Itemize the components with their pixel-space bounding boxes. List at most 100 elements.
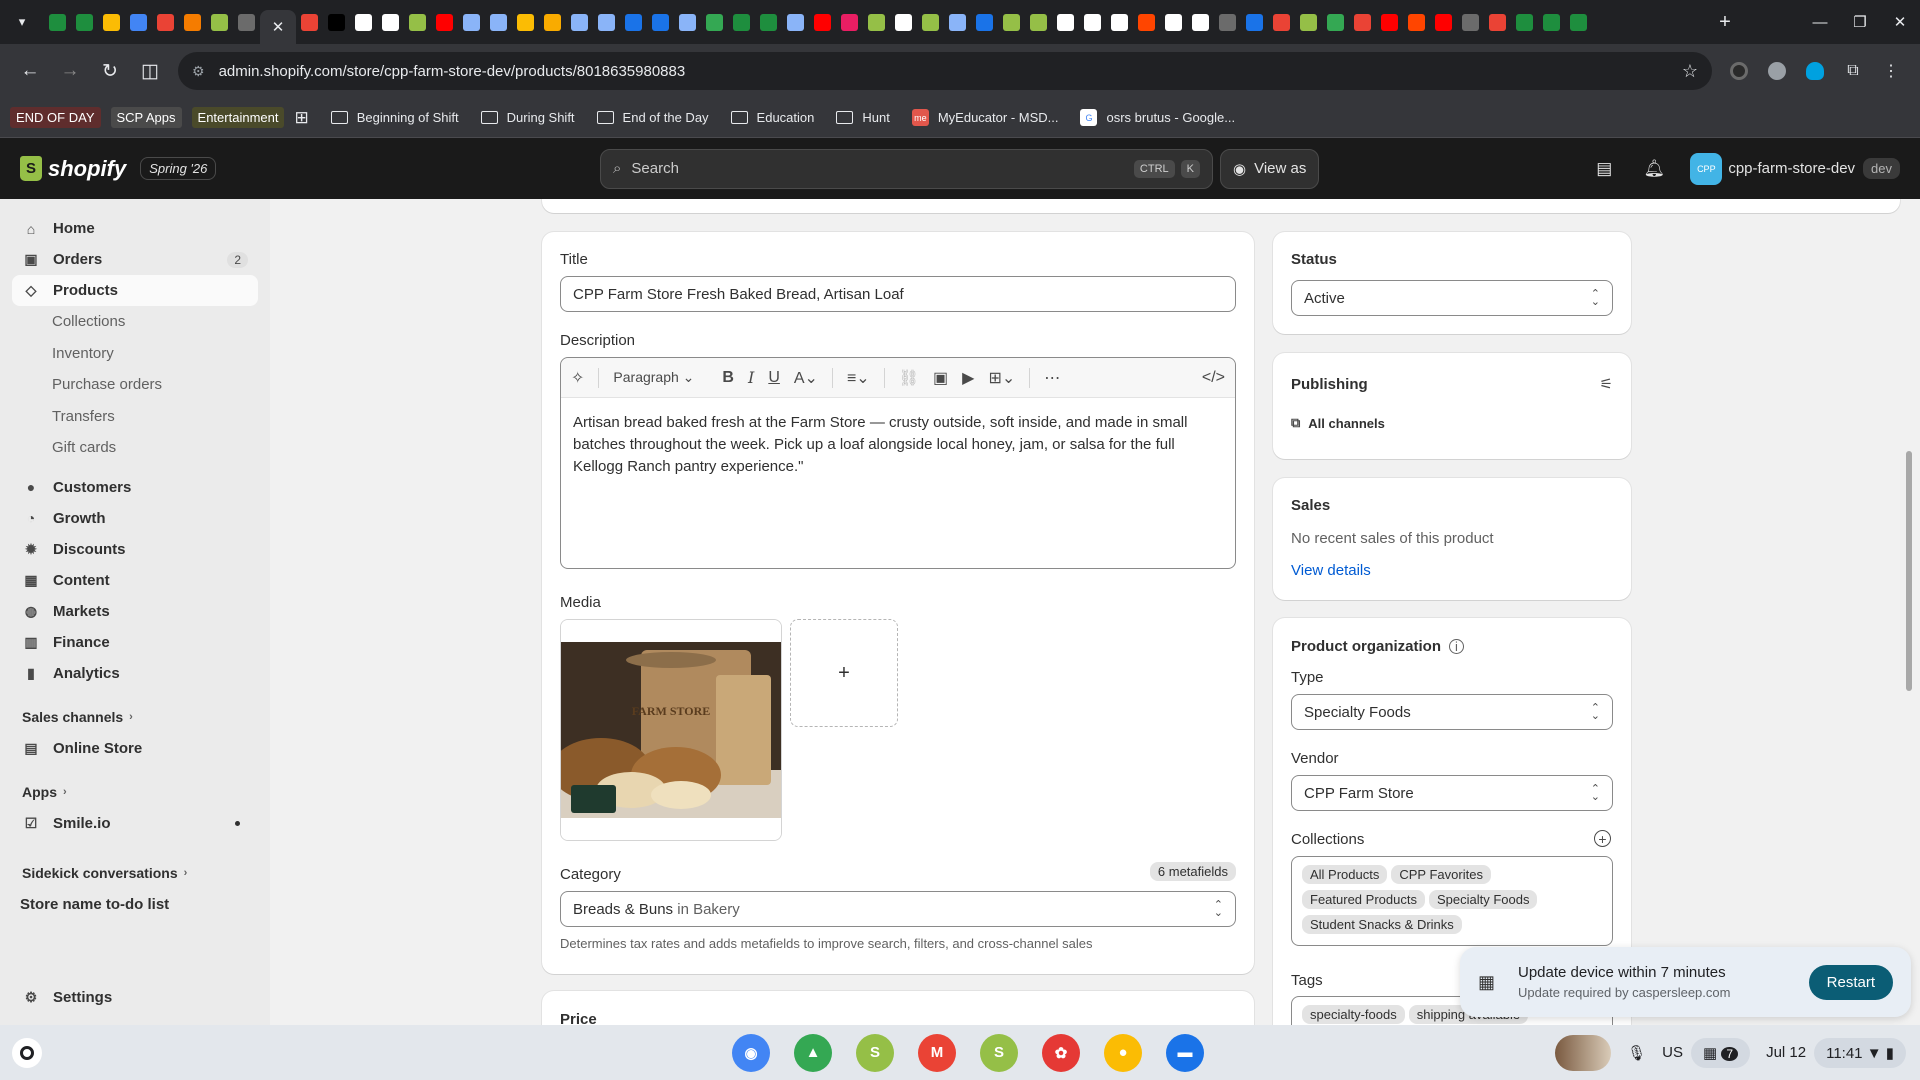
sidebar-item-analytics[interactable]: ▮ Analytics <box>12 658 258 689</box>
browser-tab[interactable] <box>890 7 917 37</box>
product-image-thumbnail[interactable]: FARM STORE <box>560 619 782 841</box>
bookmark-link[interactable]: Gosrs brutus - Google... <box>1080 109 1235 126</box>
info-icon[interactable]: i <box>1449 639 1464 654</box>
sidebar-item-growth[interactable]: ◔ Growth <box>12 503 258 534</box>
apps-section[interactable]: Apps › <box>12 776 258 808</box>
sidebar-item-home[interactable]: ⌂ Home <box>12 213 258 244</box>
search-bar[interactable]: ⌕ Search CTRL K <box>600 148 1213 189</box>
code-view-icon[interactable]: </> <box>1202 369 1225 387</box>
browser-tab[interactable] <box>1268 7 1295 37</box>
browser-tab[interactable] <box>431 7 458 37</box>
new-tab-button[interactable]: + <box>1710 11 1740 34</box>
notification-bell-icon[interactable]: 🔔︎ <box>1636 159 1672 179</box>
drive-app-icon[interactable]: ▲ <box>794 1033 832 1072</box>
collection-tag[interactable]: Specialty Foods <box>1428 890 1538 909</box>
browser-tab[interactable] <box>917 7 944 37</box>
bookmark-folder[interactable]: Education <box>730 110 814 125</box>
collections-field[interactable]: All Products CPP Favorites Featured Produc… <box>1291 856 1613 946</box>
browser-tab[interactable] <box>512 7 539 37</box>
browser-menu-icon[interactable]: ⋮ <box>1872 52 1910 90</box>
collection-tag[interactable]: All Products <box>1302 865 1388 884</box>
browser-tab[interactable] <box>1538 7 1565 37</box>
sidebar-subitem-inventory[interactable]: Inventory <box>12 338 258 370</box>
browser-tab[interactable] <box>296 7 323 37</box>
link-icon[interactable]: ⛓ <box>899 368 919 388</box>
launcher-button[interactable] <box>12 1037 42 1068</box>
vendor-select[interactable]: CPP Farm Store ⌃ ⌄ <box>1291 775 1613 811</box>
browser-tab[interactable] <box>44 7 71 37</box>
sidebar-item-discounts[interactable]: ✹ Discounts <box>12 534 258 565</box>
description-text[interactable]: Artisan bread baked fresh at the Farm St… <box>561 398 1235 568</box>
browser-tab[interactable] <box>674 7 701 37</box>
browser-tab[interactable] <box>1052 7 1079 37</box>
store-name[interactable]: cpp-farm-store-dev <box>1728 160 1855 177</box>
browser-tab[interactable] <box>1133 7 1160 37</box>
add-collection-icon[interactable]: + <box>1594 830 1611 847</box>
inbox-icon[interactable]: ▤ <box>1586 159 1622 179</box>
text-color-icon[interactable]: A⌄ <box>794 368 818 388</box>
title-input[interactable]: CPP Farm Store Fresh Baked Bread, Artisa… <box>560 276 1236 312</box>
site-info-icon[interactable]: ⚙ <box>192 63 205 80</box>
browser-tab[interactable] <box>1511 7 1538 37</box>
browser-tab[interactable] <box>1106 7 1133 37</box>
product-tag[interactable]: specialty-foods <box>1302 1005 1405 1024</box>
keep-app-icon[interactable]: ● <box>1104 1033 1142 1072</box>
browser-tab[interactable] <box>152 7 179 37</box>
browser-tab[interactable] <box>98 7 125 37</box>
reload-button[interactable]: ↻ <box>90 51 130 91</box>
browser-tab[interactable] <box>485 7 512 37</box>
browser-tab[interactable] <box>1295 7 1322 37</box>
underline-icon[interactable]: U <box>768 369 780 387</box>
browser-tab[interactable] <box>998 7 1025 37</box>
browser-tab[interactable] <box>647 7 674 37</box>
view-details-link[interactable]: View details <box>1291 562 1371 579</box>
apps-grid-icon[interactable]: ⊞ <box>294 108 308 128</box>
browser-tab[interactable] <box>206 7 233 37</box>
sidebar-item-smile[interactable]: ☑ Smile.io <box>12 808 258 839</box>
browser-tab[interactable] <box>377 7 404 37</box>
store-avatar[interactable]: CPP <box>1690 152 1723 185</box>
notification-tray[interactable]: ▦ 7 <box>1691 1037 1751 1068</box>
browser-tab[interactable] <box>728 7 755 37</box>
url-text[interactable]: admin.shopify.com/store/cpp-farm-store-d… <box>219 63 1682 80</box>
browser-tab[interactable] <box>458 7 485 37</box>
sidebar-subitem-collections[interactable]: Collections <box>12 306 258 338</box>
sidebar-subitem-transfers[interactable]: Transfers <box>12 401 258 433</box>
browser-tab[interactable] <box>566 7 593 37</box>
status-area[interactable]: 11:41 ▼ ▮ <box>1814 1037 1906 1068</box>
video-icon[interactable]: ▶ <box>962 368 974 388</box>
collection-tag[interactable]: Featured Products <box>1302 890 1425 909</box>
table-icon[interactable]: ⊞⌄ <box>988 368 1015 388</box>
extensions-puzzle-icon[interactable]: ⧉ <box>1834 52 1872 90</box>
extension-salesforce-icon[interactable] <box>1796 52 1834 90</box>
metafields-badge[interactable]: 6 metafields <box>1149 862 1236 881</box>
image-icon[interactable]: ▣ <box>933 368 948 388</box>
close-tab-icon[interactable]: ✕ <box>272 18 285 36</box>
extension-me-icon[interactable] <box>1758 52 1796 90</box>
microphone-icon[interactable]: 🎙︎ <box>1627 1044 1646 1062</box>
browser-tab[interactable] <box>1214 7 1241 37</box>
sales-channels-section[interactable]: Sales channels › <box>12 701 258 733</box>
bookmark-folder[interactable]: Hunt <box>836 110 890 125</box>
sidebar-subitem-gift-cards[interactable]: Gift cards <box>12 432 258 464</box>
all-channels-row[interactable]: ⧉ All channels <box>1291 415 1385 431</box>
sidebar-item-markets[interactable]: ◍ Markets <box>12 596 258 627</box>
minimize-icon[interactable]: — <box>1800 0 1840 44</box>
collection-tag[interactable]: CPP Favorites <box>1391 865 1491 884</box>
close-window-icon[interactable]: ✕ <box>1880 0 1920 44</box>
browser-tab[interactable] <box>1376 7 1403 37</box>
restart-button[interactable]: Restart <box>1808 964 1893 1000</box>
browser-tab[interactable] <box>1349 7 1376 37</box>
add-media-button[interactable]: + <box>790 619 898 727</box>
browser-tab[interactable] <box>701 7 728 37</box>
browser-tab[interactable] <box>1484 7 1511 37</box>
sidebar-item-content[interactable]: ▦ Content <box>12 565 258 596</box>
sidebar-subitem-purchase-orders[interactable]: Purchase orders <box>12 369 258 401</box>
sidebar-item-finance[interactable]: ▥ Finance <box>12 627 258 658</box>
media-tray-thumbnail[interactable] <box>1555 1034 1612 1071</box>
maximize-icon[interactable]: ❐ <box>1840 0 1880 44</box>
active-tab[interactable]: ✕ <box>260 10 296 44</box>
browser-tab[interactable] <box>125 7 152 37</box>
sidebar-item-products[interactable]: ◇ Products <box>12 275 258 306</box>
category-select[interactable]: Breads & Buns in Bakery ⌃ ⌄ <box>560 891 1236 927</box>
